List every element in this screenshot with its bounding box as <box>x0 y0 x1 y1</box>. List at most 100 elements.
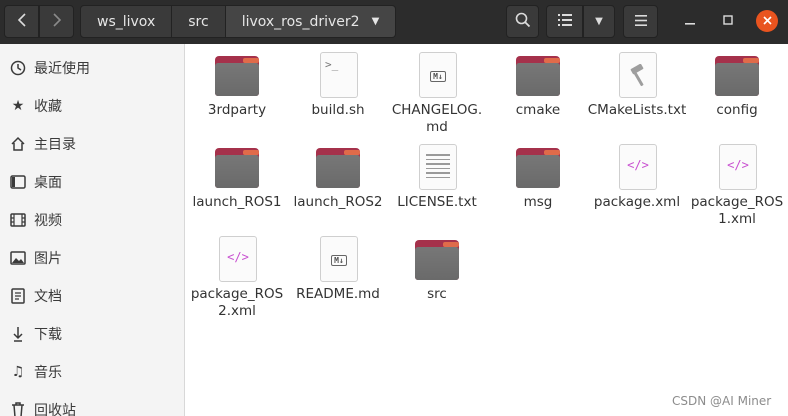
image-icon <box>9 249 27 267</box>
file-item-launch-ros1[interactable]: launch_ROS1 <box>186 144 288 211</box>
file-name: launch_ROS1 <box>192 194 282 210</box>
document-icon <box>9 287 27 305</box>
folder-icon <box>514 52 562 100</box>
chevron-left-icon <box>17 12 27 31</box>
breadcrumb-label: src <box>188 13 209 30</box>
folder-icon <box>713 52 761 100</box>
sidebar-item-trash[interactable]: 回收站 <box>0 391 185 416</box>
sidebar-item-documents[interactable]: 文档 <box>0 277 185 315</box>
file-name: src <box>427 286 447 302</box>
sidebar-item-music[interactable]: ♫ 音乐 <box>0 353 185 391</box>
file-name: build.sh <box>311 102 365 118</box>
folder-icon <box>213 52 261 100</box>
xml-file-icon: </> <box>713 144 761 192</box>
breadcrumb: ws_livox src livox_ros_driver2 ▼ <box>80 5 397 38</box>
file-item-launch-ros2[interactable]: launch_ROS2 <box>287 144 389 211</box>
sidebar-item-label: 主目录 <box>34 137 76 153</box>
file-item-package-ros2-xml[interactable]: </> package_ROS2.xml <box>186 236 288 320</box>
close-icon <box>762 14 772 28</box>
folder-icon <box>314 144 362 192</box>
markdown-file-icon: M↓ <box>314 236 362 284</box>
view-options-button[interactable]: ▼ <box>583 5 615 38</box>
chevron-right-icon <box>52 12 62 31</box>
maximize-button[interactable] <box>717 10 739 32</box>
breadcrumb-item-ws-livox[interactable]: ws_livox <box>80 5 173 38</box>
terminal-script-icon: >_ <box>314 52 362 100</box>
file-item-package-xml[interactable]: </> package.xml <box>586 144 688 211</box>
sidebar-item-videos[interactable]: 视频 <box>0 201 185 239</box>
hamburger-menu-icon <box>634 14 647 30</box>
watermark: CSDN @AI Miner <box>672 394 772 408</box>
folder-icon <box>213 144 261 192</box>
close-button[interactable] <box>756 10 778 32</box>
caret-down-icon: ▼ <box>595 16 603 27</box>
list-view-icon <box>557 13 572 30</box>
breadcrumb-item-current[interactable]: livox_ros_driver2 ▼ <box>225 5 397 38</box>
file-name: README.md <box>296 286 380 302</box>
file-item-package-ros1-xml[interactable]: </> package_ROS1.xml <box>686 144 788 228</box>
maximize-icon <box>723 13 733 29</box>
sidebar-item-desktop[interactable]: 桌面 <box>0 163 185 201</box>
xml-file-icon: </> <box>213 236 261 284</box>
desktop-icon <box>9 173 27 191</box>
folder-icon <box>514 144 562 192</box>
sidebar-item-home[interactable]: 主目录 <box>0 125 185 163</box>
music-icon: ♫ <box>11 364 25 380</box>
home-icon <box>9 135 27 153</box>
sidebar-item-label: 下载 <box>34 327 62 343</box>
xml-file-icon: </> <box>613 144 661 192</box>
file-name: package.xml <box>593 194 681 210</box>
file-name: LICENSE.txt <box>397 194 477 210</box>
file-item-build-sh[interactable]: >_ build.sh <box>287 52 389 119</box>
file-item-config[interactable]: config <box>686 52 788 119</box>
file-item-changelog-md[interactable]: M↓ CHANGELOG.md <box>386 52 488 136</box>
file-item-src[interactable]: src <box>386 236 488 303</box>
file-item-cmakelists-txt[interactable]: CMakeLists.txt <box>586 52 688 119</box>
breadcrumb-label: livox_ros_driver2 <box>241 13 360 30</box>
file-item-cmake[interactable]: cmake <box>487 52 589 119</box>
search-icon <box>515 12 531 32</box>
file-item-license-txt[interactable]: LICENSE.txt <box>386 144 488 211</box>
main-menu-button[interactable] <box>623 5 658 38</box>
text-file-icon <box>413 144 461 192</box>
file-name: config <box>716 102 758 118</box>
sidebar-item-starred[interactable]: ★ 收藏 <box>0 87 185 125</box>
minimize-icon <box>685 13 695 29</box>
file-item-readme-md[interactable]: M↓ README.md <box>287 236 389 303</box>
sidebar-item-downloads[interactable]: 下载 <box>0 315 185 353</box>
markdown-file-icon: M↓ <box>413 52 461 100</box>
sidebar-item-label: 视频 <box>34 213 62 229</box>
file-item-3rdparty[interactable]: 3rdparty <box>186 52 288 119</box>
file-name: CHANGELOG.md <box>391 102 483 135</box>
back-button[interactable] <box>4 5 39 38</box>
sidebar-item-label: 桌面 <box>34 175 62 191</box>
clock-icon <box>9 59 27 77</box>
caret-down-icon: ▼ <box>371 16 380 27</box>
sidebar-item-recent[interactable]: 最近使用 <box>0 49 185 87</box>
minimize-button[interactable] <box>679 10 701 32</box>
file-grid: 3rdparty >_ build.sh M↓ CHANGELOG.md cma… <box>186 44 788 416</box>
trash-icon <box>9 401 27 416</box>
file-name: 3rdparty <box>207 102 267 118</box>
sidebar: 最近使用 ★ 收藏 主目录 桌面 视频 图片 文档 下载 ♫ 音乐 回收站 <box>0 44 185 416</box>
sidebar-item-label: 最近使用 <box>34 61 90 77</box>
search-button[interactable] <box>506 5 539 38</box>
file-name: package_ROS1.xml <box>690 194 784 227</box>
breadcrumb-label: ws_livox <box>97 13 156 30</box>
forward-button[interactable] <box>39 5 74 38</box>
download-icon <box>9 325 27 343</box>
video-icon <box>9 211 27 229</box>
file-name: cmake <box>515 102 561 118</box>
file-name: launch_ROS2 <box>293 194 383 210</box>
file-name: CMakeLists.txt <box>587 102 687 118</box>
file-item-msg[interactable]: msg <box>487 144 589 211</box>
breadcrumb-item-src[interactable]: src <box>172 5 226 38</box>
folder-icon <box>413 236 461 284</box>
sidebar-item-pictures[interactable]: 图片 <box>0 239 185 277</box>
sidebar-item-label: 音乐 <box>34 365 62 381</box>
header-bar: ws_livox src livox_ros_driver2 ▼ ▼ <box>0 0 788 44</box>
sidebar-item-label: 文档 <box>34 289 62 305</box>
file-name: package_ROS2.xml <box>190 286 284 319</box>
view-toggle-button[interactable] <box>546 5 583 38</box>
hammer-build-file-icon <box>613 52 661 100</box>
